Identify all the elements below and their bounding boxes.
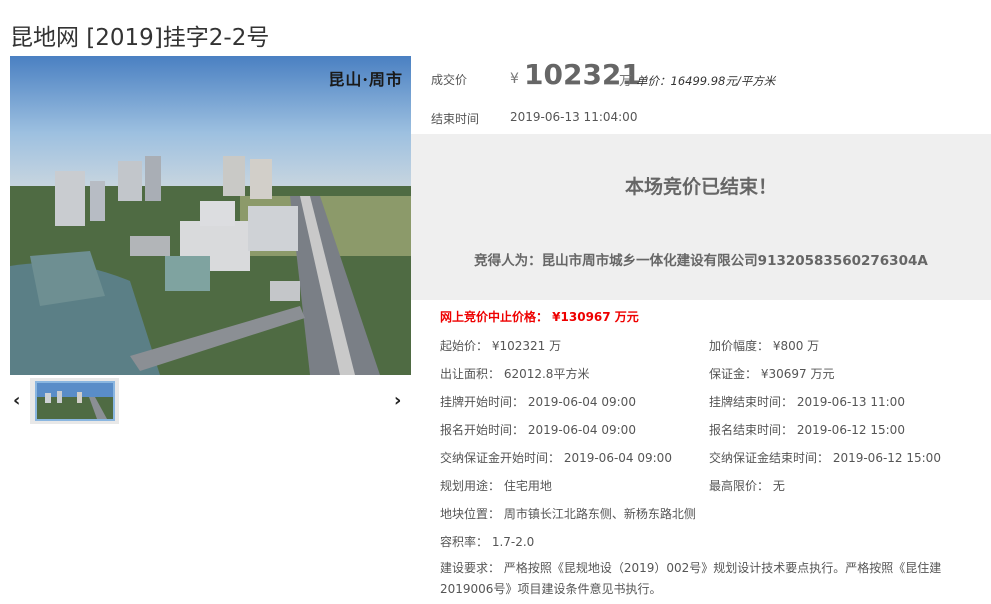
stop-price: 网上竞价中止价格： ¥130967 万元 xyxy=(440,310,639,324)
auction-ended-text: 本场竞价已结束！ xyxy=(624,176,777,198)
gallery-prev-button[interactable]: ‹ xyxy=(13,390,20,411)
signup-end-time: 报名结束时间： 2019-06-12 15:00 xyxy=(709,423,905,437)
plot-location: 地块位置： 周市镇长江北路东侧、新杨东路北侧 xyxy=(440,507,696,521)
start-price: 起始价： ¥102321 万 xyxy=(440,339,562,353)
result-box: 本场竞价已结束！ 竞得人为：昆山市周市城乡一体化建设有限公司9132058356… xyxy=(411,134,991,300)
listing-end-time: 挂牌结束时间： 2019-06-13 11:00 xyxy=(709,395,905,409)
signup-start-time: 报名开始时间： 2019-06-04 09:00 xyxy=(440,423,636,437)
plot-ratio: 容积率： 1.7-2.0 xyxy=(440,535,535,549)
unit-price: 单价：16499.98元/平方米 xyxy=(636,74,776,88)
listing-start-time: 挂牌开始时间： 2019-06-04 09:00 xyxy=(440,395,636,409)
currency-symbol: ¥ xyxy=(510,71,519,87)
land-area: 出让面积： 62012.8平方米 xyxy=(440,367,590,381)
page-title: 昆地网 [2019]挂字2-2号 xyxy=(10,25,270,51)
main-photo: 昆山·周市 xyxy=(10,56,411,375)
thumbnail-strip xyxy=(30,378,119,424)
deposit-start-time: 交纳保证金开始时间： 2019-06-04 09:00 xyxy=(440,451,672,465)
winner-text: 竞得人为：昆山市周市城乡一体化建设有限公司91320583560276304A xyxy=(474,253,928,269)
gallery-next-button[interactable]: › xyxy=(394,390,401,411)
price-increment: 加价幅度： ¥800 万 xyxy=(709,339,820,353)
planned-usage: 规划用途： 住宅用地 xyxy=(440,479,552,493)
thumbnail-1[interactable] xyxy=(35,381,115,421)
end-time-value: 2019-06-13 11:04:00 xyxy=(510,110,638,124)
max-price: 最高限价： 无 xyxy=(709,479,785,493)
construction-requirement: 建设要求： 严格按照《昆规地设（2019）002号》规划设计技术要点执行。严格按… xyxy=(440,561,942,596)
photo-watermark: 昆山·周市 xyxy=(328,70,403,89)
price-label: 成交价 xyxy=(431,73,468,87)
price-unit: 万 xyxy=(619,74,633,89)
deposit-end-time: 交纳保证金结束时间： 2019-06-12 15:00 xyxy=(709,451,941,465)
end-time-label: 结束时间 xyxy=(431,112,480,126)
deposit: 保证金： ¥30697 万元 xyxy=(709,367,835,381)
